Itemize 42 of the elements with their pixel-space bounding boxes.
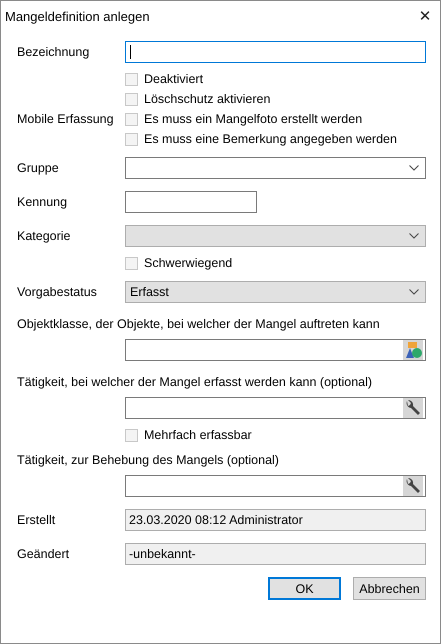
picker-field[interactable]: [125, 397, 426, 419]
chevron-down-icon: [409, 233, 419, 239]
cancel-button[interactable]: Abbrechen: [353, 577, 426, 600]
checkbox[interactable]: [125, 72, 138, 86]
field-label: Kategorie: [17, 229, 71, 243]
readonly-field: -unbekannt-: [125, 543, 426, 565]
chevron-down-icon: [409, 165, 419, 171]
section-caption: Tätigkeit, bei welcher der Mangel erfasst werden kann (optional): [17, 375, 372, 389]
text-field[interactable]: [125, 191, 257, 213]
checkbox-label: Deaktiviert: [144, 72, 204, 86]
readonly-field: 23.03.2020 08:12 Administrator: [125, 509, 426, 531]
section-caption: Objektklasse, der Objekte, bei welcher der Mangel auftreten kann: [17, 317, 380, 331]
checkbox[interactable]: [125, 92, 138, 106]
field-label: Gruppe: [17, 161, 59, 175]
wrench-icon[interactable]: [403, 398, 423, 418]
checkbox-label: Schwerwiegend: [144, 256, 232, 270]
ok-button[interactable]: OK: [268, 577, 341, 600]
field-label: Geändert: [17, 547, 70, 561]
shapes-icon[interactable]: [403, 340, 423, 360]
picker-field[interactable]: [125, 339, 426, 361]
section-caption: Tätigkeit, zur Behebung des Mangels (optional): [17, 453, 279, 467]
dropdown[interactable]: Erfasst: [125, 281, 426, 303]
text-field[interactable]: [125, 41, 426, 63]
field-label: Kennung: [17, 195, 68, 209]
picker-field[interactable]: [125, 475, 426, 497]
field-label: Vorgabestatus: [17, 285, 97, 299]
checkbox-label: Es muss ein Mangelfoto erstellt werden: [144, 112, 362, 126]
checkbox[interactable]: [125, 132, 138, 146]
window-title: Mangeldefinition anlegen: [5, 8, 150, 24]
checkbox[interactable]: [125, 428, 138, 442]
field-label: Mobile Erfassung: [17, 112, 114, 126]
checkbox-label: Mehrfach erfassbar: [144, 428, 252, 442]
checkbox-label: Löschschutz aktivieren: [144, 92, 270, 106]
field-label: Erstellt: [17, 513, 56, 527]
wrench-icon[interactable]: [403, 476, 423, 496]
chevron-down-icon: [409, 289, 419, 295]
checkbox[interactable]: [125, 256, 138, 270]
field-label: Bezeichnung: [17, 45, 90, 59]
checkbox-label: Es muss eine Bemerkung angegeben werden: [144, 132, 397, 146]
dropdown[interactable]: [125, 157, 426, 179]
close-button[interactable]: ✕: [410, 1, 440, 31]
checkbox[interactable]: [125, 112, 138, 126]
